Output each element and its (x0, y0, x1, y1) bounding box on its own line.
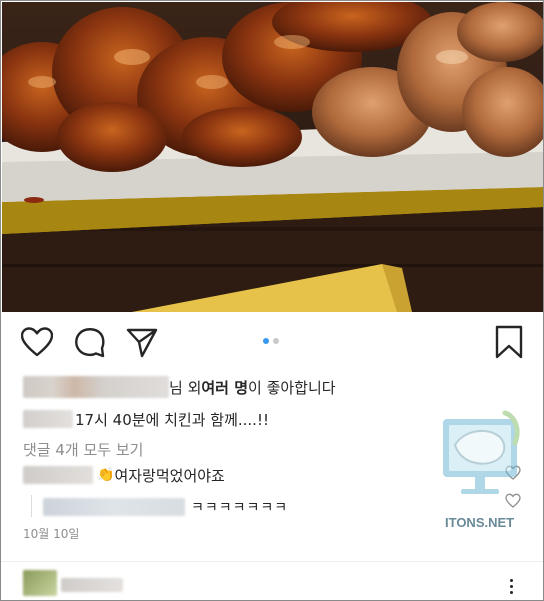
watermark-text: ITONS.NET (445, 515, 515, 530)
reply-text: ㅋㅋㅋㅋㅋㅋㅋ (191, 500, 289, 516)
share-button[interactable] (125, 325, 159, 359)
save-button[interactable] (492, 325, 526, 359)
fried-chicken-image (2, 2, 543, 312)
comment-reply: ㅋㅋㅋㅋㅋㅋㅋ (43, 495, 288, 519)
clap-emoji: 👏 (97, 467, 115, 483)
next-post-header (1, 561, 543, 600)
view-all-comments-link[interactable]: 댓글 4개 모두 보기 (23, 439, 143, 460)
next-post-avatar-blurred[interactable] (23, 570, 57, 596)
likes-line[interactable]: 님 외 여러 명 이 좋아합니다 (23, 375, 336, 399)
likes-suffix-a: 님 외 (169, 378, 202, 397)
likes-suffix-b: 이 좋아합니다 (248, 378, 336, 397)
carousel-dot (273, 338, 279, 344)
likes-count-text[interactable]: 여러 명 (201, 377, 248, 398)
carousel-indicator (263, 338, 279, 344)
post-photo[interactable] (2, 2, 543, 312)
more-vertical-icon-dot (509, 591, 513, 594)
paper-plane-icon (126, 328, 158, 358)
reply-thread-line (31, 495, 32, 517)
commenter-username-blurred[interactable] (23, 466, 93, 484)
heart-icon (21, 327, 53, 357)
post-frame: 님 외 여러 명 이 좋아합니다 17시 40분에 치킨과 함께....!! 댓… (0, 0, 544, 601)
liker-avatars-blurred (23, 376, 169, 398)
comment-text: 여자랑먹었어야죠 (114, 466, 225, 485)
more-vertical-icon-dot (509, 585, 513, 588)
post-date: 10월 10일 (23, 527, 80, 541)
caption-text: 17시 40분에 치킨과 함께....!! (75, 410, 269, 429)
comment-bubble-icon (75, 328, 105, 358)
more-vertical-icon (509, 579, 513, 582)
caption: 17시 40분에 치킨과 함께....!! (23, 407, 269, 431)
comment: 👏 여자랑먹었어야죠 (23, 463, 225, 487)
bookmark-icon (495, 325, 523, 359)
reply-username-blurred[interactable] (43, 498, 185, 516)
like-button[interactable] (20, 325, 54, 359)
author-username-blurred[interactable] (23, 410, 73, 428)
next-post-username-blurred[interactable] (61, 578, 123, 592)
more-options-button[interactable] (501, 579, 521, 599)
carousel-dot-active (263, 338, 269, 344)
comment-button[interactable] (73, 325, 107, 359)
